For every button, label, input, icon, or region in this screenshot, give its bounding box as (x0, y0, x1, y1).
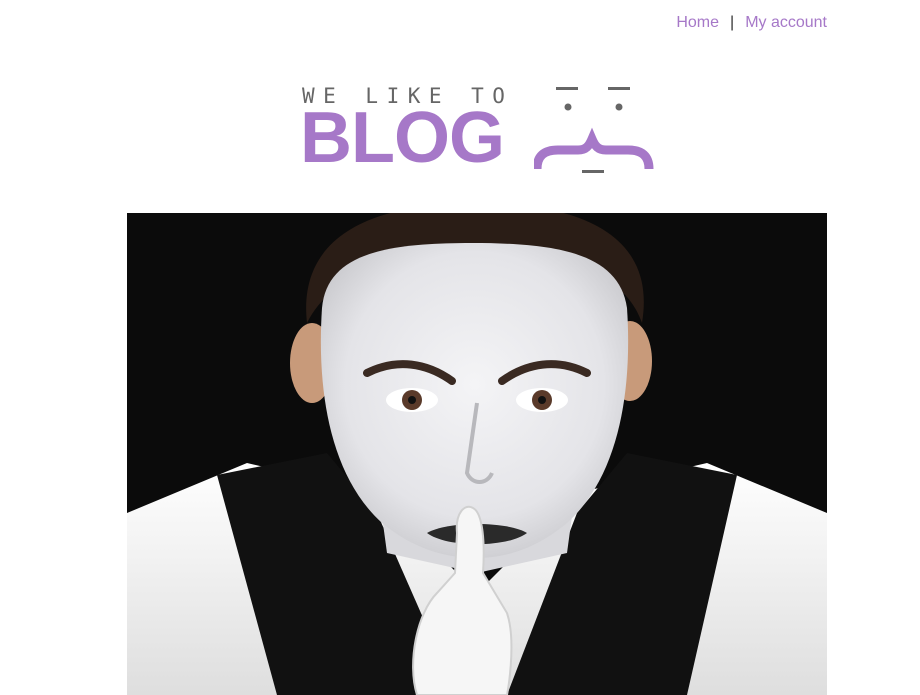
hero-image (127, 213, 827, 695)
top-nav: Home | My account (676, 14, 827, 32)
logo-face-icon (534, 87, 654, 173)
mime-portrait-image (127, 213, 827, 695)
nav-home-link[interactable]: Home (676, 14, 719, 32)
logo-wordmark: BLOG (300, 98, 505, 178)
site-logo[interactable]: WE LIKE TO BLOG (300, 84, 656, 176)
nav-my-account-link[interactable]: My account (745, 14, 827, 32)
nav-separator: | (730, 14, 735, 31)
page: Home | My account WE LIKE TO BLOG (0, 0, 920, 695)
